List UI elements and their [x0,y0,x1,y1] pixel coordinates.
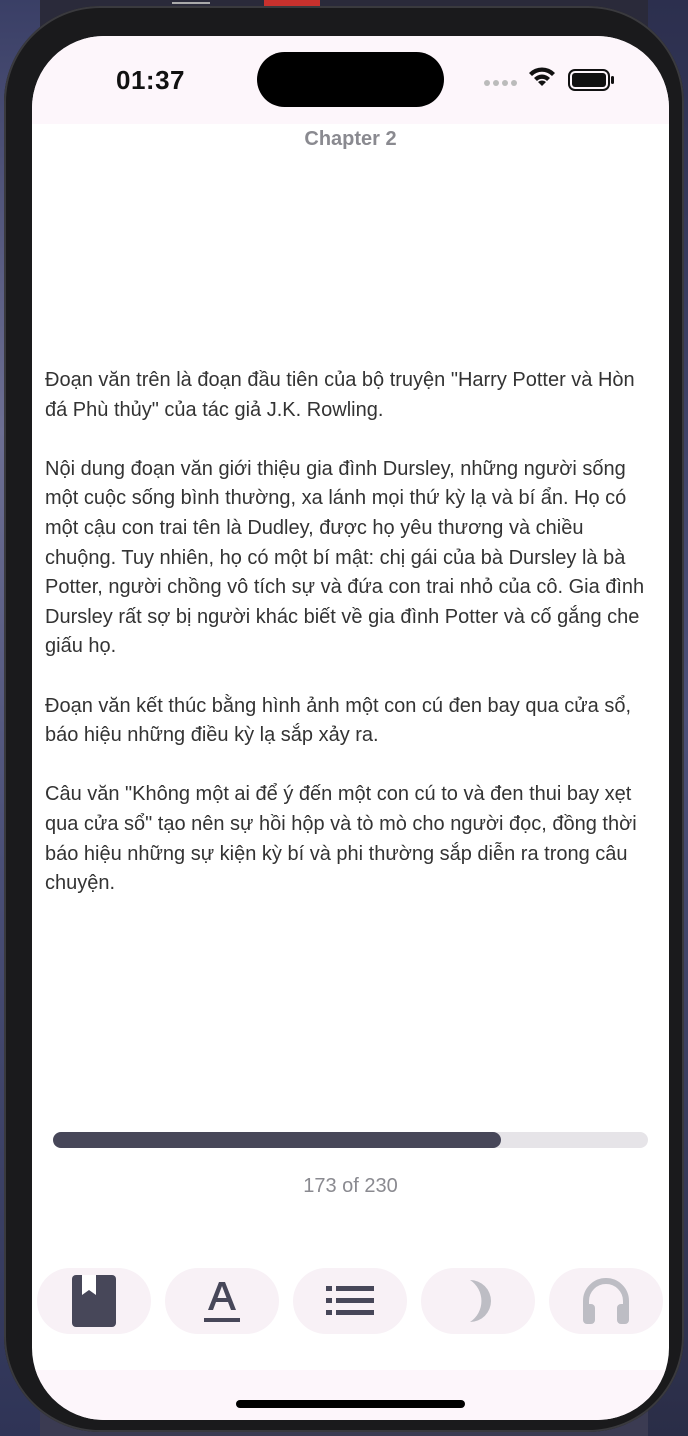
table-of-contents-button[interactable] [293,1268,407,1334]
reader-toolbar [32,1268,669,1334]
font-icon [204,1282,240,1322]
audio-button[interactable] [549,1268,663,1334]
battery-icon [568,69,614,91]
headphones-icon [583,1278,629,1324]
night-mode-button[interactable] [421,1268,535,1334]
bookmark-icon [72,1275,116,1327]
moon-icon [470,1280,491,1322]
page-counter: 173 of 230 [303,1175,398,1197]
font-settings-button[interactable] [165,1268,279,1334]
status-bar: 01:37 [32,36,669,124]
reading-progress-fill [53,1132,501,1148]
paragraph: Đoạn văn kết thúc bằng hình ảnh một con … [45,694,632,747]
bookmark-button[interactable] [37,1268,151,1334]
reading-progress-bar[interactable] [53,1132,648,1148]
status-time: 01:37 [116,65,185,95]
wifi-icon [529,67,555,86]
cellular-signal-icon [484,80,517,86]
chapter-title: Chapter 2 [304,128,397,150]
paragraph: Đoạn văn trên là đoạn đầu tiên của bộ tr… [45,369,635,421]
bottom-area [32,1370,669,1420]
list-icon [326,1286,374,1315]
paragraph: Câu văn "Không một ai để ý đến một con c… [45,783,637,895]
dynamic-island [257,52,444,107]
home-indicator[interactable] [236,1400,465,1408]
background-decoration [172,2,210,4]
app-screen: 01:37 Chapter 2 Đoạn văn trên là đoạn đầ… [32,36,669,1420]
reader-content: Đoạn văn trên là đoạn đầu tiên của bộ tr… [45,366,657,928]
phone-frame: 01:37 Chapter 2 Đoạn văn trên là đoạn đầ… [4,6,684,1432]
paragraph: Nội dung đoạn văn giới thiệu gia đình Du… [45,457,645,658]
